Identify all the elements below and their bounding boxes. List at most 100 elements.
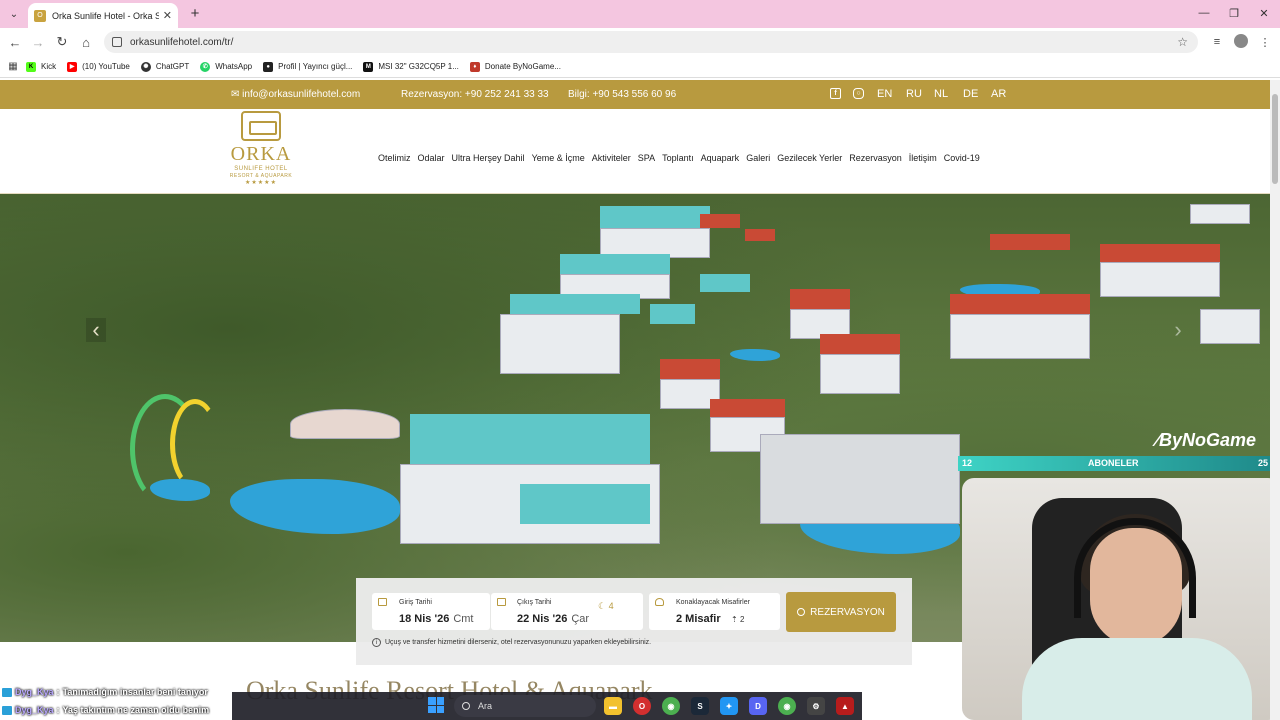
nav-iletisim[interactable]: İletişim [909,153,937,163]
opera-icon[interactable]: O [633,697,651,715]
bookmark-youtube[interactable]: ▶ (10) YouTube [67,61,130,72]
lang-nl[interactable]: NL [934,88,948,100]
nav-aquapark[interactable]: Aquapark [701,153,740,163]
building [950,314,1090,359]
nav-yeme-icme[interactable]: Yeme & İçme [532,153,585,163]
restore-icon[interactable]: ❐ [1218,3,1250,23]
close-window-icon[interactable]: ✕ [1248,3,1280,23]
checkout-field[interactable]: Çıkış Tarihi 22 Nis '26 Çar [491,593,643,630]
browser-toolbar: ← → ↻ ⌂ orkasunlifehotel.com/tr/ ☆ ≡ ⋮ [0,28,1280,56]
nav-gezilecek-yerler[interactable]: Gezilecek Yerler [777,153,842,163]
browser-menu-icon[interactable]: ⋮ [1257,34,1273,50]
browser-tab-active[interactable]: O Orka Sunlife Hotel - Orka Sunlife Hote… [28,3,178,28]
building-roof [510,294,640,314]
nights-count: ☾ 4 [598,601,614,611]
subscriber-goal-bar: 12 ABONELER 25 [958,456,1270,471]
chrome-active-icon[interactable]: ◉ [778,697,796,715]
main-nav: Otelimiz Odalar Ultra Herşey Dahil Yeme … [378,153,987,163]
nav-ultra-hersey-dahil[interactable]: Ultra Herşey Dahil [452,153,525,163]
profile-site-icon: ● [263,61,274,72]
lang-de[interactable]: DE [963,88,978,100]
building-roof [700,214,740,228]
minimize-icon[interactable]: — [1188,3,1220,23]
guests-count: ⇡ 2 [731,615,745,624]
info-phone[interactable]: Bilgi: +90 543 556 60 96 [568,89,676,100]
site-info-icon[interactable] [112,37,122,47]
nav-covid-19[interactable]: Covid-19 [944,153,980,163]
discord-icon[interactable]: D [749,697,767,715]
building-roof [1100,244,1220,262]
streamer-webcam [962,478,1280,720]
bookmark-donate[interactable]: ♦ Donate ByNoGame... [469,61,561,72]
profile-avatar[interactable] [1234,34,1248,48]
chrome-icon[interactable]: ◉ [662,697,680,715]
tab-search-icon[interactable]: ⌄ [4,4,24,24]
bookmark-profile[interactable]: ● Profil | Yayıncı güçl... [263,61,352,72]
guests-field[interactable]: Konaklayacak Misafirler 2 Misafir ⇡ 2 [649,593,780,630]
scrollbar-thumb[interactable] [1272,94,1278,184]
reservation-button[interactable]: REZERVASYON [786,592,896,632]
bookmark-star-icon[interactable]: ☆ [1177,35,1188,49]
windows-taskbar: Ara ▬ O ◉ S ✦ D ◉ ⚙ ▲ [232,692,862,720]
media-control-icon[interactable]: ≡ [1209,34,1225,50]
building-roof [990,234,1070,250]
app-icon[interactable]: ⚙ [807,697,825,715]
file-explorer-icon[interactable]: ▬ [604,697,622,715]
whatsapp-icon: ✆ [200,61,211,72]
bookmark-msi[interactable]: M MSI 32" G32CQ5P 1... [363,61,459,72]
site-header: ORKA SUNLIFE HOTEL RESORT & AQUAPARK ★★★… [0,109,1270,194]
nav-spa[interactable]: SPA [638,153,655,163]
facebook-icon[interactable]: f [830,88,841,99]
umbrella-area [290,409,400,439]
twitch-icon [2,705,12,715]
email-link[interactable]: ✉ info@orkasunlifehotel.com [231,89,360,100]
nav-otelimiz[interactable]: Otelimiz [378,153,411,163]
reservation-phone[interactable]: Rezervasyon: +90 252 241 33 33 [401,89,549,100]
close-tab-icon[interactable]: ✕ [163,9,172,22]
search-icon [462,702,470,710]
building [500,314,620,374]
app-icon[interactable]: ✦ [720,697,738,715]
pool-shape [730,349,780,361]
url-text[interactable]: orkasunlifehotel.com/tr/ [130,37,1177,48]
forward-icon[interactable]: → [28,32,48,52]
bookmark-chatgpt[interactable]: ✺ ChatGPT [140,61,189,72]
back-icon[interactable]: ← [5,32,25,52]
nav-aktiviteler[interactable]: Aktiviteler [592,153,631,163]
taskbar-search[interactable]: Ara [454,695,596,717]
checkin-field[interactable]: Giriş Tarihi 18 Nis '26 Cmt [372,593,490,630]
building-roof [600,206,710,228]
steam-icon[interactable]: S [691,697,709,715]
building-roof [700,274,750,292]
msi-icon: M [363,61,374,72]
building-roof [950,294,1090,314]
lang-en[interactable]: EN [877,88,892,100]
home-icon[interactable]: ⌂ [76,32,96,52]
nav-odalar[interactable]: Odalar [418,153,445,163]
reload-icon[interactable]: ↻ [52,32,72,52]
page-scrollbar[interactable] [1270,80,1280,720]
nav-rezervasyon[interactable]: Rezervasyon [849,153,902,163]
slider-next-icon[interactable]: › [1168,317,1188,342]
instagram-icon[interactable]: ○ [853,88,864,99]
address-bar[interactable]: orkasunlifehotel.com/tr/ ☆ [104,31,1198,53]
building-roof [745,229,775,241]
building-roof [560,254,670,274]
search-icon [797,608,806,616]
windows-start-icon[interactable] [428,697,444,713]
bookmark-kick[interactable]: K Kick [26,61,56,72]
hotel-logo[interactable]: ORKA SUNLIFE HOTEL RESORT & AQUAPARK ★★★… [218,111,304,191]
building [760,434,960,524]
lang-ru[interactable]: RU [906,88,922,100]
nav-toplanti[interactable]: Toplantı [662,153,694,163]
lang-ar[interactable]: AR [991,88,1006,100]
apps-grid-icon[interactable]: ▦ [0,61,26,72]
bookmark-whatsapp[interactable]: ✆ WhatsApp [200,61,252,72]
new-tab-icon[interactable]: + [186,4,204,22]
site-contact-bar: ✉ info@orkasunlifehotel.com Rezervasyon:… [0,80,1270,109]
obs-icon[interactable]: ▲ [836,697,854,715]
building-roof [410,414,650,464]
kick-icon: K [26,61,36,72]
slider-prev-icon[interactable]: ‹ [86,317,106,342]
nav-galeri[interactable]: Galeri [746,153,770,163]
